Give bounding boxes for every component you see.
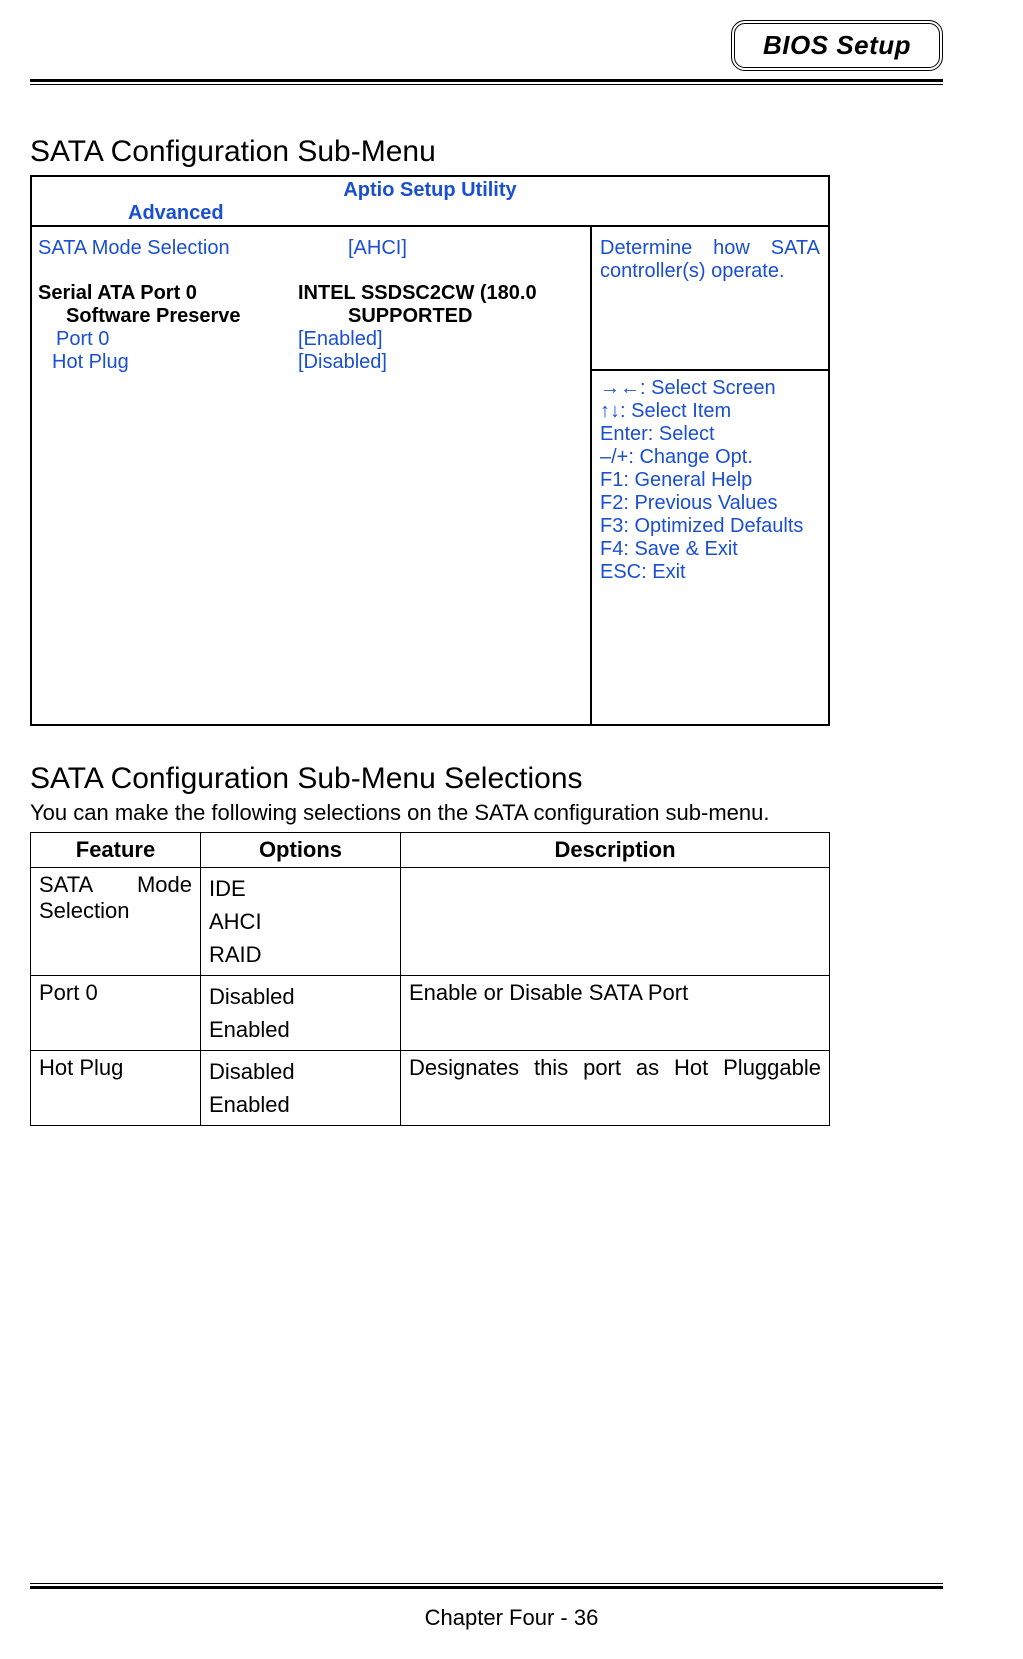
key-hint: F2: Previous Values bbox=[600, 492, 820, 515]
cell-description: Enable or Disable SATA Port bbox=[401, 976, 830, 1051]
selections-table: Feature Options Description SATA Mode Se… bbox=[30, 832, 830, 1126]
option-item: AHCI bbox=[209, 905, 392, 938]
table-row: SATA Mode Selection IDE AHCI RAID bbox=[31, 868, 830, 976]
bios-left-pane: SATA Mode Selection [AHCI] Serial ATA Po… bbox=[32, 227, 592, 724]
header-rule bbox=[30, 79, 943, 85]
section-title-selections: SATA Configuration Sub-Menu Selections bbox=[30, 762, 943, 796]
footer-rule bbox=[30, 1583, 943, 1589]
option-item: Enabled bbox=[209, 1013, 392, 1046]
table-row: Port 0 Disabled Enabled Enable or Disabl… bbox=[31, 976, 830, 1051]
hotplug-value[interactable]: [Disabled] bbox=[298, 351, 584, 374]
option-item: Disabled bbox=[209, 980, 392, 1013]
bios-utility-title: Aptio Setup Utility bbox=[38, 179, 822, 202]
option-item: Disabled bbox=[209, 1055, 392, 1088]
th-feature: Feature bbox=[31, 833, 201, 868]
bios-header: Aptio Setup Utility Advanced bbox=[32, 177, 828, 227]
cell-options: IDE AHCI RAID bbox=[201, 868, 401, 976]
cell-options: Disabled Enabled bbox=[201, 976, 401, 1051]
bios-badge: BIOS Setup bbox=[731, 20, 943, 71]
key-hint: –/+: Change Opt. bbox=[600, 446, 820, 469]
cell-description bbox=[401, 868, 830, 976]
software-preserve-value: SUPPORTED bbox=[298, 305, 584, 328]
cell-feature: SATA Mode Selection bbox=[31, 868, 201, 976]
key-hint: Enter: Select bbox=[600, 423, 820, 446]
option-item: IDE bbox=[209, 872, 392, 905]
key-hint: ↑↓: Select Item bbox=[600, 400, 820, 423]
sata-mode-label[interactable]: SATA Mode Selection bbox=[38, 237, 298, 260]
cell-description: Designates this port as Hot Pluggable bbox=[401, 1051, 830, 1126]
cell-options: Disabled Enabled bbox=[201, 1051, 401, 1126]
serial-ata-port0-value: INTEL SSDSC2CW (180.0 bbox=[298, 282, 584, 305]
cell-feature: Hot Plug bbox=[31, 1051, 201, 1126]
table-header-row: Feature Options Description bbox=[31, 833, 830, 868]
option-item: RAID bbox=[209, 938, 392, 971]
key-hint: F4: Save & Exit bbox=[600, 538, 820, 561]
th-description: Description bbox=[401, 833, 830, 868]
key-hint: →←: Select Screen bbox=[600, 377, 820, 400]
bios-tab-advanced: Advanced bbox=[38, 202, 822, 225]
table-row: Hot Plug Disabled Enabled Designates thi… bbox=[31, 1051, 830, 1126]
key-hint: F3: Optimized Defaults bbox=[600, 515, 820, 538]
cell-feature: Port 0 bbox=[31, 976, 201, 1051]
option-item: Enabled bbox=[209, 1088, 392, 1121]
software-preserve-label: Software Preserve bbox=[38, 305, 298, 328]
bios-utility-box: Aptio Setup Utility Advanced SATA Mode S… bbox=[30, 175, 830, 726]
key-hint: ESC: Exit bbox=[600, 561, 820, 584]
bios-help-text: Determine how SATA controller(s) operate… bbox=[592, 227, 828, 371]
selections-intro: You can make the following selections on… bbox=[30, 800, 943, 826]
port0-label[interactable]: Port 0 bbox=[38, 328, 298, 351]
page-footer: Chapter Four - 36 bbox=[0, 1605, 1023, 1631]
sata-mode-value[interactable]: [AHCI] bbox=[298, 237, 584, 260]
serial-ata-port0-label: Serial ATA Port 0 bbox=[38, 282, 298, 305]
bios-right-pane: Determine how SATA controller(s) operate… bbox=[592, 227, 828, 724]
section-title-sata-submenu: SATA Configuration Sub-Menu bbox=[30, 135, 943, 169]
bios-key-hints: →←: Select Screen ↑↓: Select Item Enter:… bbox=[592, 371, 828, 724]
key-hint: F1: General Help bbox=[600, 469, 820, 492]
port0-value[interactable]: [Enabled] bbox=[298, 328, 584, 351]
th-options: Options bbox=[201, 833, 401, 868]
hotplug-label[interactable]: Hot Plug bbox=[38, 351, 298, 374]
